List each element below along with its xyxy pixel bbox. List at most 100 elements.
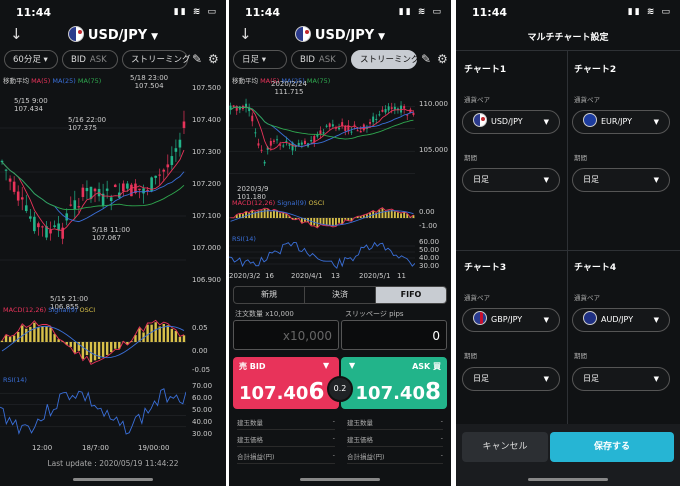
candle-body (24, 205, 28, 212)
osci-bar (150, 324, 153, 342)
chart2-pair-dropdown[interactable]: EUR/JPY ▼ (572, 110, 670, 134)
hourly-chart-screen: 11:44 ▮▮ ≋ ▭ ↓ USD/JPY ▼ 60分足 ▾ BID ASK スト… (0, 0, 226, 486)
chevron-down-icon: ▼ (543, 118, 549, 126)
macd-panel (0, 319, 186, 365)
candle-body (174, 148, 178, 152)
candle-body (85, 187, 89, 192)
chart1-pair-dropdown[interactable]: USD/JPY ▼ (462, 110, 560, 134)
candle-body (319, 130, 322, 135)
info-row: 建玉価格 - (237, 434, 335, 447)
price-candle-chart[interactable] (229, 84, 415, 196)
ask-dropdown-icon: ▼ (349, 361, 356, 370)
cancel-button[interactable]: キャンセル (462, 432, 548, 462)
header: ↓ USD/JPY ▼ (229, 22, 451, 48)
pair-selector[interactable]: USD/JPY ▼ (0, 26, 226, 43)
save-button[interactable]: 保存する (550, 432, 674, 462)
chart3-pair-label: 通貨ペア (464, 294, 490, 302)
divider (456, 50, 680, 51)
divider (456, 250, 680, 251)
ma25-line (1, 161, 185, 223)
chart4-pair-dropdown[interactable]: AUD/JPY ▼ (572, 308, 670, 332)
streaming-button[interactable]: ストリーミング (351, 50, 420, 69)
chart4-period-dropdown[interactable]: 日足 ▼ (572, 367, 670, 391)
osci-bar (73, 342, 77, 353)
annotation-2: 5/16 22:00 107.375 (68, 116, 107, 132)
bid-label: BID (300, 55, 315, 65)
timeframe-dropdown[interactable]: 日足 ▾ (233, 50, 287, 69)
bid-ask-toggle[interactable]: BID ASK (291, 50, 347, 69)
osci-bar (81, 342, 85, 359)
status-time: 11:44 (245, 6, 281, 19)
chart1-pair-label: 通貨ペア (464, 96, 490, 104)
candle-body (105, 188, 109, 191)
chevron-down-icon: ▼ (543, 375, 549, 383)
candle-body (285, 140, 288, 142)
timeframe-dropdown[interactable]: 60分足 ▾ (4, 50, 58, 69)
ask-price: 107.408 (355, 379, 441, 405)
tab-fifo[interactable]: FIFO (376, 287, 446, 303)
home-indicator (73, 478, 153, 481)
pair-selector[interactable]: USD/JPY ▼ (229, 26, 451, 43)
candle-body (328, 123, 331, 127)
slippage-label: スリッページ pips (345, 310, 404, 318)
candle-body (372, 116, 375, 123)
candle-body (170, 156, 174, 166)
osci-bar (397, 212, 399, 218)
candle-body (310, 139, 313, 142)
bid-ask-toggle[interactable]: BID ASK (62, 50, 118, 69)
osci-bar (45, 326, 48, 342)
candle-body (4, 169, 8, 171)
chart3-period-dropdown[interactable]: 日足 ▼ (462, 367, 560, 391)
order-type-tabs: 新規 決済 FIFO (233, 286, 447, 304)
bid-head: 売 BID (239, 362, 266, 371)
qty-input[interactable]: x10,000 (233, 320, 339, 350)
streaming-button[interactable]: ストリーミング (122, 50, 191, 69)
chart3-pair-dropdown[interactable]: GBP/JPY ▼ (462, 308, 560, 332)
candle-body (263, 161, 266, 164)
tab-close[interactable]: 決済 (305, 287, 376, 303)
slippage-input[interactable]: 0 (341, 320, 447, 350)
candle-body (350, 131, 353, 133)
pencil-icon[interactable]: ✎ (421, 52, 431, 66)
daily-chart-order-screen: 11:44 ▮▮ ≋ ▭ ↓ USD/JPY ▼ 日足 ▾ BID ASK ストリー… (229, 0, 451, 486)
chart2-title: チャート2 (574, 65, 617, 75)
macd-tick: 0.00 (419, 208, 435, 216)
candle-body (272, 140, 275, 142)
eur-flag-icon (583, 113, 597, 127)
candle-body (303, 140, 306, 145)
candle-body (113, 184, 117, 188)
chevron-down-icon: ▼ (543, 316, 549, 324)
candle-body (73, 200, 77, 210)
candle-body (325, 125, 328, 127)
indicator-settings-icon[interactable]: ⚙ (208, 52, 219, 66)
osci-bar (154, 322, 157, 342)
status-icons: ▮▮ ≋ ▭ (173, 7, 218, 17)
candle-body (412, 112, 415, 115)
candle-body (142, 188, 145, 194)
chevron-down-icon: ▼ (653, 316, 659, 324)
info-row: 建玉数量 - (347, 417, 443, 430)
pencil-icon[interactable]: ✎ (192, 52, 202, 66)
osci-bar (269, 211, 272, 218)
candle-body (403, 106, 406, 109)
rsi-panel (229, 241, 415, 270)
bid-dropdown-icon: ▼ (323, 361, 330, 370)
candle-body (288, 144, 291, 146)
candle-body (276, 139, 279, 141)
tab-new[interactable]: 新規 (234, 287, 305, 303)
usd-flag-icon (294, 26, 311, 42)
bid-label: BID (71, 55, 86, 65)
caret-down-icon: ▼ (151, 32, 159, 42)
candle-body (338, 127, 341, 130)
chart1-period-dropdown[interactable]: 日足 ▼ (462, 168, 560, 192)
candle-body (77, 206, 81, 208)
buy-ask-button[interactable]: ▼ ASK 買 107.408 (341, 357, 447, 409)
sell-bid-button[interactable]: 売 BID ▼ 107.406 (233, 357, 339, 409)
chart2-period-dropdown[interactable]: 日足 ▼ (572, 168, 670, 192)
home-indicator (300, 478, 380, 481)
candle-body (381, 109, 384, 112)
candle-body (297, 142, 300, 146)
candle-body (251, 115, 254, 122)
indicator-settings-icon[interactable]: ⚙ (437, 52, 448, 66)
macd-tick: -0.05 (192, 366, 211, 374)
